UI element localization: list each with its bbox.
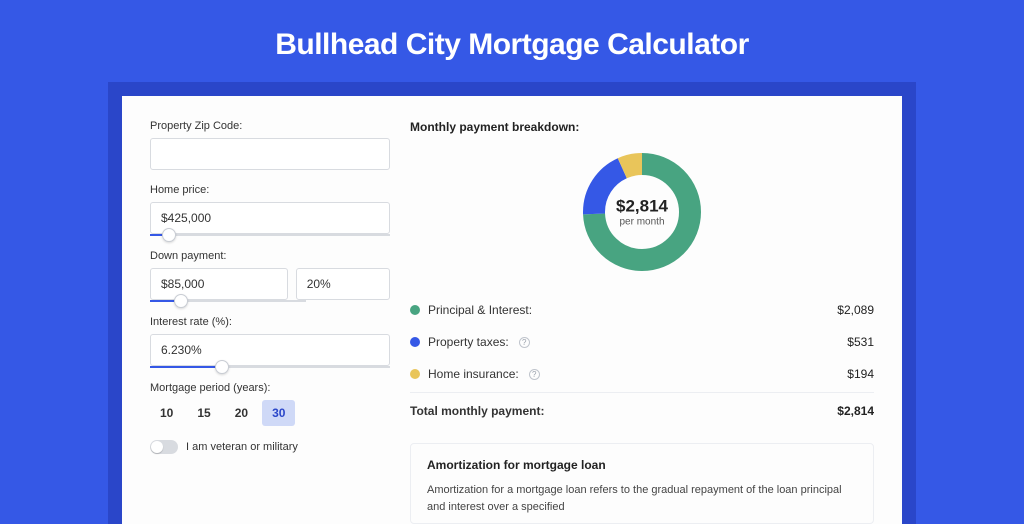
period-label: Mortgage period (years): xyxy=(150,382,390,394)
down-payment-input[interactable] xyxy=(150,268,288,300)
period-option-20[interactable]: 20 xyxy=(225,400,258,426)
legend-value: $531 xyxy=(847,335,874,349)
legend-row: Home insurance:? $194 xyxy=(410,358,874,390)
legend-row: Property taxes:? $531 xyxy=(410,326,874,358)
home-price-input[interactable] xyxy=(150,202,390,234)
interest-slider[interactable] xyxy=(150,366,390,368)
amortization-body: Amortization for a mortgage loan refers … xyxy=(427,482,857,515)
calculator-panel-wrap: Property Zip Code: Home price: Down paym… xyxy=(108,82,916,524)
donut-chart: $2,814 per month xyxy=(578,148,706,276)
interest-label: Interest rate (%): xyxy=(150,316,390,328)
interest-field-group: Interest rate (%): xyxy=(150,316,390,368)
divider xyxy=(410,392,874,393)
legend-dot xyxy=(410,305,420,315)
donut-center: $2,814 per month xyxy=(616,197,668,228)
period-option-15[interactable]: 15 xyxy=(187,400,220,426)
home-price-label: Home price: xyxy=(150,184,390,196)
breakdown-column: Monthly payment breakdown: $2,814 per mo… xyxy=(410,120,874,524)
legend-label: Property taxes: xyxy=(428,335,509,349)
legend-label: Principal & Interest: xyxy=(428,303,532,317)
legend-value: $194 xyxy=(847,367,874,381)
legend: Principal & Interest: $2,089 Property taxe… xyxy=(410,294,874,390)
interest-input[interactable] xyxy=(150,334,390,366)
veteran-toggle-row: I am veteran or military xyxy=(150,440,390,454)
veteran-toggle[interactable] xyxy=(150,440,178,454)
period-option-30[interactable]: 30 xyxy=(262,400,295,426)
down-payment-slider[interactable] xyxy=(150,300,306,302)
period-field-group: Mortgage period (years): 10152030 xyxy=(150,382,390,426)
zip-field-group: Property Zip Code: xyxy=(150,120,390,170)
breakdown-title: Monthly payment breakdown: xyxy=(410,120,874,134)
down-payment-pct-input[interactable] xyxy=(296,268,390,300)
down-payment-field-group: Down payment: xyxy=(150,250,390,302)
legend-total-row: Total monthly payment: $2,814 xyxy=(410,395,874,427)
period-options: 10152030 xyxy=(150,400,390,426)
donut-sub: per month xyxy=(616,217,668,228)
help-icon[interactable]: ? xyxy=(529,369,540,380)
help-icon[interactable]: ? xyxy=(519,337,530,348)
interest-slider-thumb[interactable] xyxy=(215,360,229,374)
legend-total-label: Total monthly payment: xyxy=(410,404,544,418)
down-payment-label: Down payment: xyxy=(150,250,390,262)
legend-value: $2,089 xyxy=(837,303,874,317)
home-price-field-group: Home price: xyxy=(150,184,390,236)
legend-total-value: $2,814 xyxy=(837,404,874,418)
legend-dot xyxy=(410,337,420,347)
legend-label: Home insurance: xyxy=(428,367,519,381)
donut-amount: $2,814 xyxy=(616,197,668,217)
legend-dot xyxy=(410,369,420,379)
calculator-panel: Property Zip Code: Home price: Down paym… xyxy=(122,96,902,524)
home-price-slider-thumb[interactable] xyxy=(162,228,176,242)
donut-chart-wrap: $2,814 per month xyxy=(410,148,874,276)
period-option-10[interactable]: 10 xyxy=(150,400,183,426)
down-payment-slider-thumb[interactable] xyxy=(174,294,188,308)
zip-label: Property Zip Code: xyxy=(150,120,390,132)
legend-row: Principal & Interest: $2,089 xyxy=(410,294,874,326)
inputs-column: Property Zip Code: Home price: Down paym… xyxy=(150,120,390,524)
amortization-title: Amortization for mortgage loan xyxy=(427,458,857,472)
veteran-label: I am veteran or military xyxy=(186,441,298,453)
zip-input[interactable] xyxy=(150,138,390,170)
page-title: Bullhead City Mortgage Calculator xyxy=(0,0,1024,82)
home-price-slider[interactable] xyxy=(150,234,390,236)
